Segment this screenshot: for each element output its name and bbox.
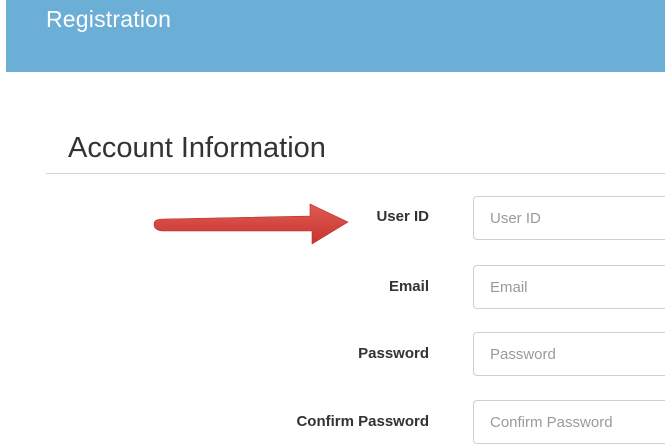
- section-divider: [46, 173, 665, 174]
- user-id-label: User ID: [376, 208, 429, 225]
- email-label: Email: [388, 278, 429, 295]
- page-title: Registration: [46, 6, 172, 32]
- arrow-right-icon: [153, 203, 349, 245]
- confirm-password-label: Confirm Password: [296, 413, 429, 430]
- user-id-input[interactable]: [473, 196, 665, 240]
- registration-page: Registration Account Information User ID…: [0, 0, 665, 444]
- email-input[interactable]: [473, 265, 665, 309]
- confirm-password-input[interactable]: [473, 400, 665, 444]
- section-title: Account Information: [68, 132, 326, 164]
- header-bar: Registration: [6, 0, 665, 72]
- password-input[interactable]: [473, 332, 665, 376]
- password-label: Password: [358, 345, 429, 362]
